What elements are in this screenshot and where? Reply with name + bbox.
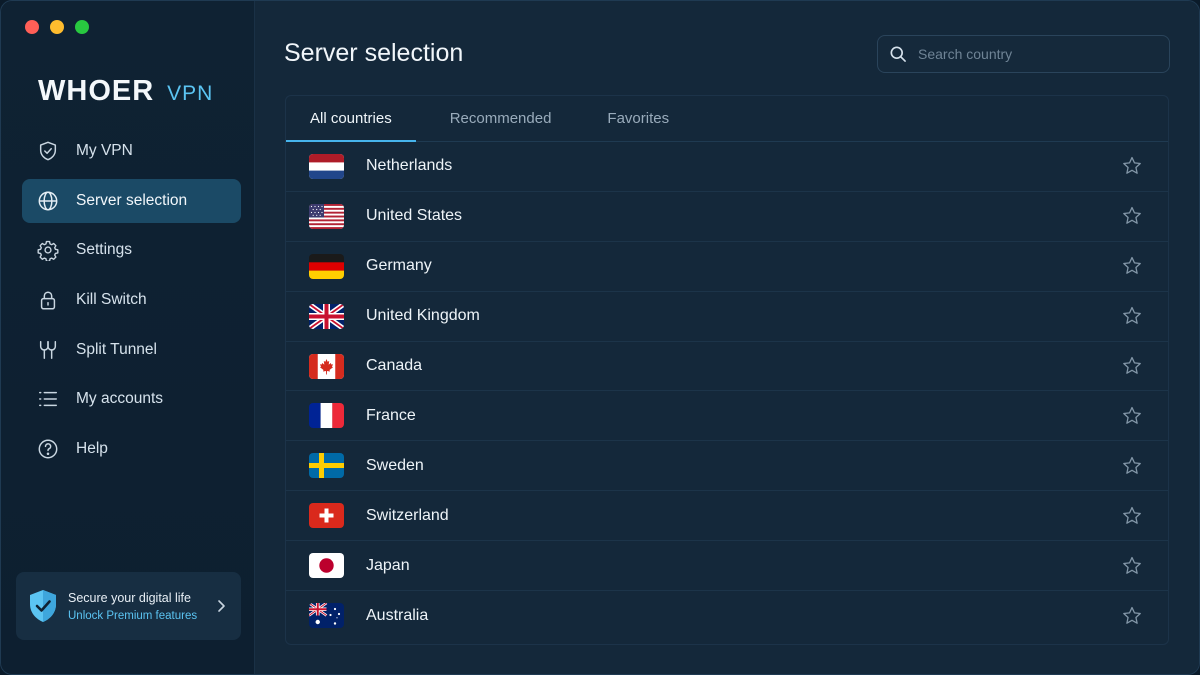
country-list: Netherlands United States Germany United…	[286, 142, 1168, 641]
page-title: Server selection	[284, 39, 464, 67]
help-circle-icon	[37, 438, 59, 460]
search-input[interactable]	[918, 46, 1148, 62]
lock-icon	[37, 289, 59, 311]
favorite-star-icon[interactable]	[1121, 155, 1143, 177]
sidebar: WHOER VPN My VPN Server selection Settin…	[1, 1, 255, 674]
favorite-star-icon[interactable]	[1121, 455, 1143, 477]
favorite-star-icon[interactable]	[1121, 555, 1143, 577]
country-name: Netherlands	[366, 157, 453, 175]
country-name: Japan	[366, 556, 410, 574]
promo-subtitle[interactable]: Unlock Premium features	[68, 610, 213, 622]
country-row-japan[interactable]: Japan	[286, 541, 1168, 592]
premium-promo-card[interactable]: Secure your digital life Unlock Premium …	[16, 572, 241, 640]
country-row-sweden[interactable]: Sweden	[286, 441, 1168, 492]
france-flag-icon	[309, 403, 344, 429]
country-name: Canada	[366, 357, 423, 374]
favorite-star-icon[interactable]	[1121, 305, 1143, 327]
united-states-flag-icon	[309, 203, 344, 229]
zoom-window-button[interactable]	[75, 20, 89, 34]
sidebar-item-server-selection[interactable]: Server selection	[22, 178, 241, 223]
minimize-window-button[interactable]	[50, 20, 64, 34]
premium-shield-icon	[30, 590, 56, 622]
country-name: United States	[366, 207, 463, 225]
sidebar-item-label: Settings	[76, 241, 133, 259]
country-name: Germany	[366, 257, 432, 275]
sidebar-item-label: My VPN	[76, 142, 133, 159]
favorite-star-icon[interactable]	[1121, 605, 1143, 627]
sidebar-item-my-accounts[interactable]: My accounts	[22, 377, 241, 421]
favorite-star-icon[interactable]	[1121, 205, 1143, 227]
app-window: WHOER VPN My VPN Server selection Settin…	[0, 0, 1200, 675]
favorite-star-icon[interactable]	[1121, 255, 1143, 277]
sidebar-item-label: My accounts	[76, 390, 164, 408]
country-name: France	[366, 406, 416, 424]
list-icon	[37, 388, 59, 410]
promo-title: Secure your digital life	[68, 590, 191, 605]
country-name: United Kingdom	[366, 307, 480, 325]
main-content: Server selection All countries Recommend…	[256, 1, 1199, 674]
window-controls	[25, 20, 89, 34]
country-row-canada[interactable]: Canada	[286, 342, 1168, 392]
brand-sub: VPN	[167, 82, 214, 105]
sidebar-item-kill-switch[interactable]: Kill Switch	[22, 278, 241, 322]
netherlands-flag-icon	[309, 153, 344, 179]
country-row-france[interactable]: France	[286, 391, 1168, 442]
sidebar-item-label: Server selection	[76, 191, 188, 209]
country-row-netherlands[interactable]: Netherlands	[286, 142, 1168, 192]
australia-flag-icon	[309, 603, 344, 629]
sidebar-item-split-tunnel[interactable]: Split Tunnel	[22, 328, 241, 372]
country-name: Sweden	[366, 456, 424, 474]
server-tabs: All countries Recommended Favorites	[286, 96, 1168, 142]
sidebar-item-label: Split Tunnel	[76, 340, 157, 358]
germany-flag-icon	[309, 253, 344, 279]
shield-check-icon	[37, 140, 59, 162]
brand-name: WHOER	[38, 75, 155, 107]
sweden-flag-icon	[309, 453, 344, 479]
sidebar-item-settings[interactable]: Settings	[22, 228, 241, 272]
search-box[interactable]	[877, 35, 1170, 73]
sidebar-item-label: Help	[76, 440, 108, 458]
sidebar-item-help[interactable]: Help	[22, 427, 241, 471]
tab-favorites[interactable]: Favorites	[583, 96, 693, 141]
country-row-germany[interactable]: Germany	[286, 242, 1168, 292]
country-name: Switzerland	[366, 506, 449, 524]
tab-recommended[interactable]: Recommended	[426, 96, 576, 141]
sidebar-item-label: Kill Switch	[76, 291, 147, 309]
country-row-united-kingdom[interactable]: United Kingdom	[286, 292, 1168, 342]
app-logo: WHOER VPN	[38, 75, 213, 108]
japan-flag-icon	[309, 553, 344, 579]
switzerland-flag-icon	[309, 503, 344, 529]
sidebar-item-my-vpn[interactable]: My VPN	[22, 129, 241, 173]
server-list-panel: All countries Recommended Favorites Neth…	[285, 95, 1169, 645]
close-window-button[interactable]	[25, 20, 39, 34]
chevron-right-icon	[218, 600, 225, 612]
country-name: Australia	[366, 606, 429, 624]
sidebar-nav: My VPN Server selection Settings Kill Sw…	[22, 129, 241, 477]
search-icon	[890, 46, 906, 62]
gear-icon	[37, 239, 59, 262]
country-row-switzerland[interactable]: Switzerland	[286, 491, 1168, 542]
country-row-united-states[interactable]: United States	[286, 192, 1168, 242]
favorite-star-icon[interactable]	[1121, 505, 1143, 527]
favorite-star-icon[interactable]	[1121, 355, 1143, 377]
tab-all-countries[interactable]: All countries	[286, 96, 416, 142]
country-row-australia[interactable]: Australia	[286, 591, 1168, 641]
split-tunnel-icon	[37, 339, 59, 361]
canada-flag-icon	[309, 353, 344, 379]
globe-icon	[37, 190, 59, 212]
favorite-star-icon[interactable]	[1121, 405, 1143, 427]
united-kingdom-flag-icon	[309, 303, 344, 329]
